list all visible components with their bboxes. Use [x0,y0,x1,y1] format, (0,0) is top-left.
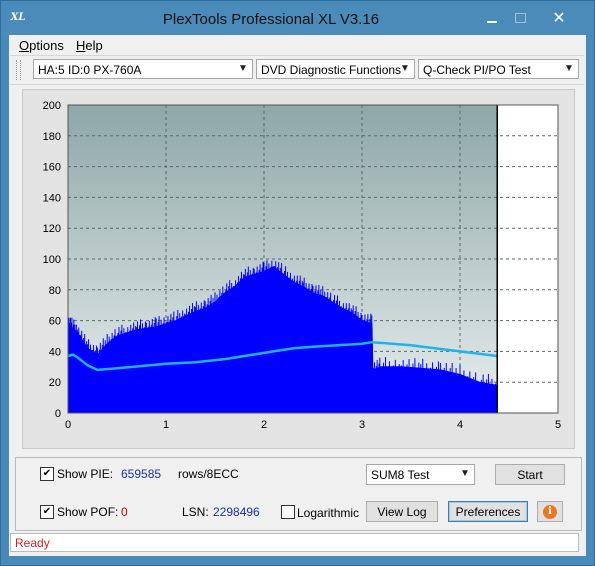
y-tick-label: 160 [43,162,61,174]
chevron-down-icon: ▼ [400,63,410,74]
pie-value: 659585 [121,467,162,481]
pie-chart: 0 20 40 60 80 100 120 140 160 180 200 0 1 2 3 4 5 [43,100,561,431]
client-area: Options Help HA:5 ID:0 PX-760A ▼ DVD Dia… [9,35,586,556]
info-icon: i [543,504,557,519]
y-tick-label: 140 [43,192,61,204]
sum-test-select[interactable]: SUM8 Test ▼ [366,464,475,485]
chevron-down-icon: ▼ [460,468,470,479]
title-bar[interactable]: XL PlexTools Professional XL V3.16 ✕ [1,1,594,35]
test-select[interactable]: Q-Check PI/PO Test ▼ [418,59,579,79]
toolbar: HA:5 ID:0 PX-760A ▼ DVD Diagnostic Funct… [10,55,584,85]
drive-select-value: HA:5 ID:0 PX-760A [38,63,142,77]
menu-options[interactable]: Options [19,38,64,53]
function-select[interactable]: DVD Diagnostic Functions ▼ [256,59,415,79]
minimize-button[interactable] [479,7,505,29]
sum-test-value: SUM8 Test [371,468,430,482]
show-pof-checkbox[interactable]: ✔ [40,505,54,519]
stats-panel: ✔ Show PIE: 659585 rows/8ECC SUM8 Test ▼… [15,457,582,531]
menu-help[interactable]: Help [76,38,103,53]
x-tick-label: 4 [457,419,463,431]
function-select-value: DVD Diagnostic Functions [261,63,402,77]
logarithmic-checkbox[interactable] [281,505,295,519]
toolbar-grip[interactable] [16,60,21,80]
lsn-label: LSN: [182,505,209,519]
info-button[interactable]: i [537,501,563,522]
y-tick-label: 20 [49,377,61,389]
close-button[interactable]: ✕ [537,7,581,29]
y-tick-label: 120 [43,223,61,235]
x-tick-label: 1 [163,419,169,431]
pie-unit: rows/8ECC [178,467,239,481]
x-tick-label: 2 [261,419,267,431]
y-tick-label: 100 [43,254,61,266]
minimize-icon [487,21,497,23]
y-tick-label: 40 [49,346,61,358]
x-tick-label: 0 [65,419,71,431]
y-tick-label: 60 [49,316,61,328]
show-pie-label: Show PIE: [57,467,114,481]
show-pof-label: Show POF: [57,505,119,519]
chart-panel: 0 20 40 60 80 100 120 140 160 180 200 0 1 2 3 4 5 [22,89,575,449]
app-window: XL PlexTools Professional XL V3.16 ✕ Opt… [0,0,595,566]
maximize-button[interactable] [507,7,533,29]
show-pie-checkbox[interactable]: ✔ [40,467,54,481]
test-select-value: Q-Check PI/PO Test [423,63,531,77]
y-tick-label: 180 [43,131,61,143]
y-tick-label: 200 [43,100,61,112]
y-tick-label: 80 [49,285,61,297]
drive-select[interactable]: HA:5 ID:0 PX-760A ▼ [33,59,253,79]
lsn-value: 2298496 [213,505,260,519]
y-tick-label: 0 [55,408,61,420]
maximize-icon [514,13,526,23]
x-tick-label: 3 [359,419,365,431]
chevron-down-icon: ▼ [238,63,248,74]
view-log-button[interactable]: View Log [366,501,438,522]
x-tick-label: 5 [555,419,561,431]
pof-value: 0 [121,505,128,519]
chevron-down-icon: ▼ [564,63,574,74]
menu-bar: Options Help [9,35,586,55]
close-icon: ✕ [552,8,566,27]
window-title: PlexTools Professional XL V3.16 [162,11,380,28]
status-bar: Ready [10,533,579,552]
preferences-button[interactable]: Preferences [448,501,528,522]
logarithmic-label: Logarithmic [297,506,360,520]
start-button[interactable]: Start [495,464,565,485]
